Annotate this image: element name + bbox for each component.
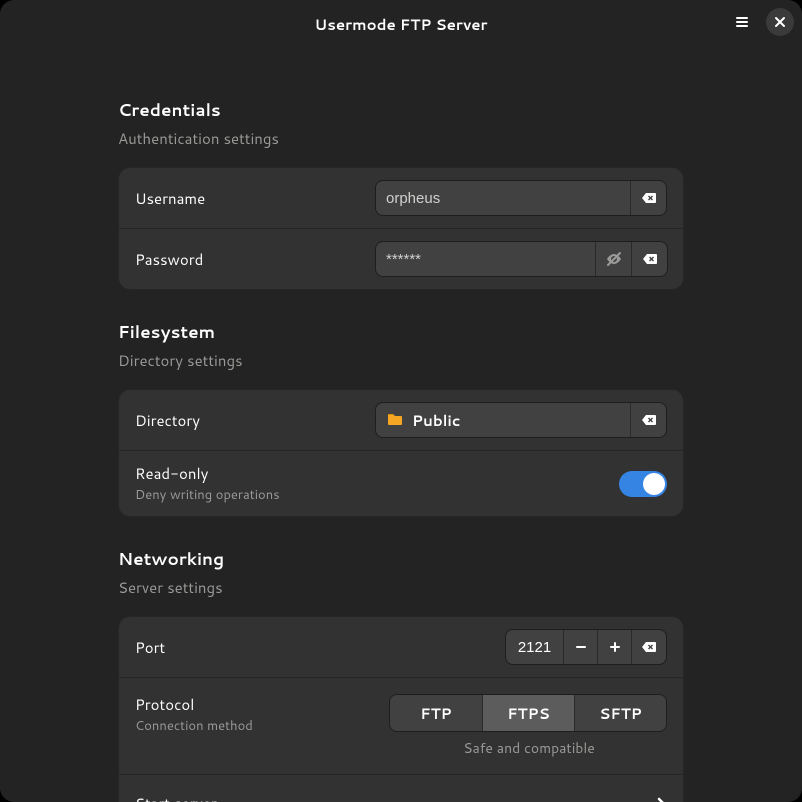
start-server-label: Start server: [135, 793, 217, 802]
readonly-row: Read-only Deny writing operations: [119, 450, 683, 516]
minus-icon: [574, 640, 588, 654]
eye-off-icon: [605, 250, 623, 268]
credentials-card: Username Password: [118, 167, 684, 290]
networking-subtitle: Server settings: [118, 577, 684, 598]
clear-password-button[interactable]: [631, 242, 667, 276]
filesystem-card: Directory Public: [118, 389, 684, 517]
port-increment-button[interactable]: [598, 630, 632, 664]
clear-directory-button[interactable]: [630, 403, 666, 437]
start-server-row[interactable]: Start server: [119, 774, 683, 802]
username-input-wrap: [375, 180, 667, 216]
protocol-hint: Safe and compatible: [391, 738, 667, 758]
hamburger-icon: [734, 14, 750, 30]
switch-knob: [643, 473, 665, 495]
username-row: Username: [119, 168, 683, 228]
backspace-icon: [641, 412, 657, 428]
password-label: Password: [135, 249, 375, 270]
backspace-icon: [642, 251, 658, 267]
titlebar: Usermode FTP Server: [0, 0, 802, 48]
section-credentials: Credentials Authentication settings User…: [118, 98, 684, 290]
folder-icon: [386, 411, 404, 429]
chevron-right-icon: [655, 796, 667, 802]
backspace-icon: [641, 639, 657, 655]
hamburger-menu-button[interactable]: [728, 8, 756, 36]
close-icon: [774, 16, 786, 28]
credentials-title: Credentials: [118, 98, 684, 122]
readonly-toggle[interactable]: [619, 471, 667, 497]
port-reset-button[interactable]: [632, 630, 666, 664]
backspace-icon: [641, 190, 657, 206]
networking-card: Port: [118, 616, 684, 802]
readonly-sublabel: Deny writing operations: [135, 486, 375, 504]
directory-row: Directory Public: [119, 390, 683, 450]
port-decrement-button[interactable]: [564, 630, 598, 664]
plus-icon: [608, 640, 622, 654]
window-title: Usermode FTP Server: [315, 14, 488, 35]
filesystem-subtitle: Directory settings: [118, 350, 684, 371]
protocol-sublabel: Connection method: [135, 717, 375, 735]
section-networking: Networking Server settings Port: [118, 547, 684, 802]
port-input[interactable]: [506, 630, 564, 664]
close-button[interactable]: [766, 8, 794, 36]
clear-username-button[interactable]: [630, 181, 666, 215]
readonly-label: Read-only: [135, 463, 375, 484]
protocol-row: Protocol Connection method FTP FTPS SFTP…: [119, 677, 683, 774]
credentials-subtitle: Authentication settings: [118, 128, 684, 149]
protocol-option-ftps[interactable]: FTPS: [482, 695, 574, 731]
networking-title: Networking: [118, 547, 684, 571]
password-input-wrap: [375, 241, 668, 277]
port-label: Port: [135, 637, 375, 658]
username-label: Username: [135, 188, 375, 209]
directory-value: Public: [412, 410, 460, 431]
protocol-option-ftp[interactable]: FTP: [390, 695, 482, 731]
directory-chooser[interactable]: Public: [375, 402, 667, 438]
section-filesystem: Filesystem Directory settings Directory …: [118, 320, 684, 517]
app-window: Usermode FTP Server Credentials Authenti…: [0, 0, 802, 802]
protocol-label: Protocol: [135, 694, 375, 715]
content-area: Credentials Authentication settings User…: [0, 48, 802, 802]
toggle-password-visibility-button[interactable]: [595, 242, 631, 276]
protocol-segmented: FTP FTPS SFTP: [389, 694, 667, 732]
titlebar-controls: [728, 8, 794, 36]
password-row: Password: [119, 228, 683, 289]
port-row: Port: [119, 617, 683, 677]
directory-label: Directory: [135, 410, 375, 431]
port-spin: [505, 629, 667, 665]
password-input[interactable]: [376, 251, 595, 268]
protocol-option-sftp[interactable]: SFTP: [574, 695, 666, 731]
username-input[interactable]: [376, 190, 630, 207]
filesystem-title: Filesystem: [118, 320, 684, 344]
